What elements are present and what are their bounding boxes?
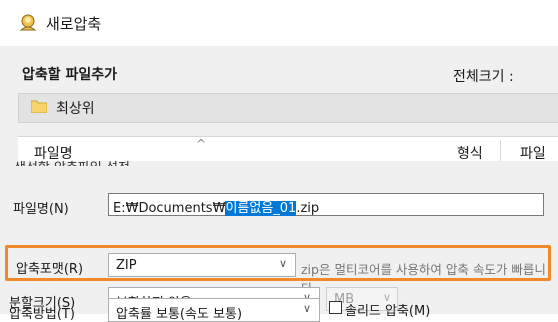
column-file[interactable]: 파일: [520, 143, 546, 163]
app-logo-icon: [19, 14, 37, 31]
filename-extension: .zip: [296, 201, 320, 216]
solid-compression-label: 솔리드 압축(M): [345, 304, 431, 319]
column-divider: [500, 140, 501, 161]
compression-method-select[interactable]: 압축률 보통(속도 보통) ∨: [108, 298, 320, 322]
format-value: ZIP: [116, 258, 137, 273]
path-bar[interactable]: [18, 93, 558, 123]
compression-method-label: 압축방법(T): [9, 307, 75, 322]
filename-label: 파일명(N): [13, 202, 69, 217]
path-root-label[interactable]: 최상위: [56, 98, 95, 118]
window-title: 새로압축: [46, 15, 102, 33]
folder-icon: [31, 100, 47, 113]
format-label: 압축포맷(R): [16, 262, 84, 277]
compression-method-value: 압축률 보통(속도 보통): [116, 307, 243, 322]
filename-selected-text: 이름없음_01: [225, 201, 297, 216]
sort-ascending-icon: ^: [196, 137, 207, 151]
chevron-down-icon: ∨: [303, 302, 312, 315]
archive-settings-heading: 생성할 압축파일 설정: [14, 157, 130, 166]
filename-input[interactable]: E:₩Documents₩이름없음_01.zip: [108, 193, 544, 216]
chevron-down-icon: ∨: [279, 257, 288, 270]
column-type[interactable]: 형식: [457, 143, 483, 163]
format-select[interactable]: ZIP ∨: [108, 253, 296, 277]
add-files-heading: 압축할 파일추가: [22, 67, 118, 83]
filename-prefix: E:₩Documents₩: [113, 201, 226, 216]
total-size-label: 전체크기 :: [453, 69, 514, 85]
solid-compression-checkbox[interactable]: [329, 301, 342, 314]
